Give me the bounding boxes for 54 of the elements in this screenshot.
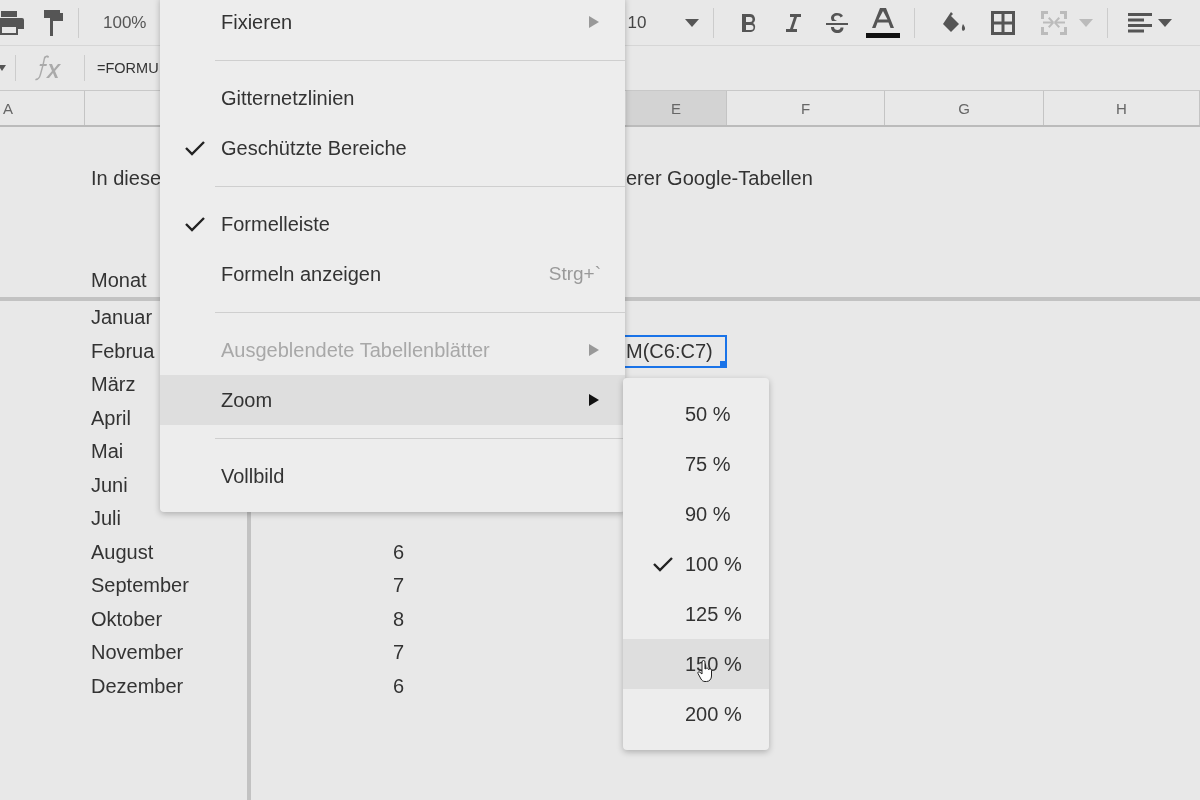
table-cell-text: September (90, 573, 190, 599)
cell-text: erer Google-Tabellen (626, 165, 813, 191)
caret-icon[interactable] (0, 65, 6, 71)
formula-text[interactable]: =FORMU (97, 60, 159, 76)
caret-icon[interactable] (1158, 18, 1173, 27)
menu-item[interactable]: 90 % (623, 489, 769, 539)
submenu-arrow-icon (589, 344, 599, 356)
menu-item[interactable]: Gitternetzlinien (160, 73, 625, 123)
menu-item[interactable]: 200 % (623, 689, 769, 739)
menu-item[interactable]: Formeln anzeigen Strg+` (160, 249, 625, 299)
menu-item[interactable]: Geschützte Bereiche (160, 123, 625, 173)
shortcut-label: Strg+` (548, 263, 601, 285)
menu-item[interactable]: 125 % (623, 589, 769, 639)
text-color-icon[interactable] (866, 7, 901, 38)
table-cell-text: Dezember (90, 673, 185, 699)
fill-color-icon[interactable] (943, 11, 968, 34)
menu-item[interactable]: Zoom (160, 375, 625, 425)
caret-icon[interactable] (685, 18, 700, 27)
table-cell-text: November (90, 640, 185, 666)
submenu-arrow-icon (589, 394, 599, 406)
merge-cells-icon[interactable] (1041, 10, 1068, 35)
menu-item[interactable]: Fixieren (160, 0, 625, 47)
submenu-arrow-icon (589, 16, 599, 28)
table-cell-text: Mai (90, 439, 125, 465)
paint-format-icon[interactable] (42, 9, 64, 36)
menu-item[interactable]: 100 % (623, 539, 769, 589)
table-cell-text: 8 (391, 606, 405, 632)
zoom-dropdown[interactable]: 100% (103, 12, 147, 33)
table-cell-text: August (90, 539, 155, 565)
cell-text: In diese (90, 165, 163, 191)
column-header[interactable]: E (626, 91, 727, 125)
fx-icon (34, 55, 64, 81)
menu-item[interactable]: Formelleiste (160, 199, 625, 249)
table-cell-text: Oktober (90, 606, 164, 632)
menu-item[interactable]: 50 % (623, 389, 769, 439)
table-cell-text: 7 (391, 573, 405, 599)
column-header[interactable]: A (0, 91, 85, 125)
font-size-dropdown[interactable]: 10 (627, 12, 686, 33)
table-cell-text: 6 (391, 673, 405, 699)
table-cell-text: Juli (90, 506, 122, 532)
borders-icon[interactable] (991, 10, 1016, 35)
print-icon[interactable] (0, 10, 24, 35)
strikethrough-icon[interactable] (826, 12, 849, 33)
table-cell-text: Januar (90, 305, 154, 331)
italic-icon[interactable] (784, 12, 803, 33)
table-cell-text: 6 (391, 539, 405, 565)
menu-item[interactable]: Vollbild (160, 451, 625, 501)
table-cell-text: April (90, 405, 132, 431)
check-icon (185, 140, 205, 156)
table-cell-text: 7 (391, 640, 405, 666)
check-icon (653, 556, 673, 572)
align-left-icon[interactable] (1128, 12, 1153, 33)
check-icon (185, 216, 205, 232)
menu-item[interactable]: 75 % (623, 439, 769, 489)
